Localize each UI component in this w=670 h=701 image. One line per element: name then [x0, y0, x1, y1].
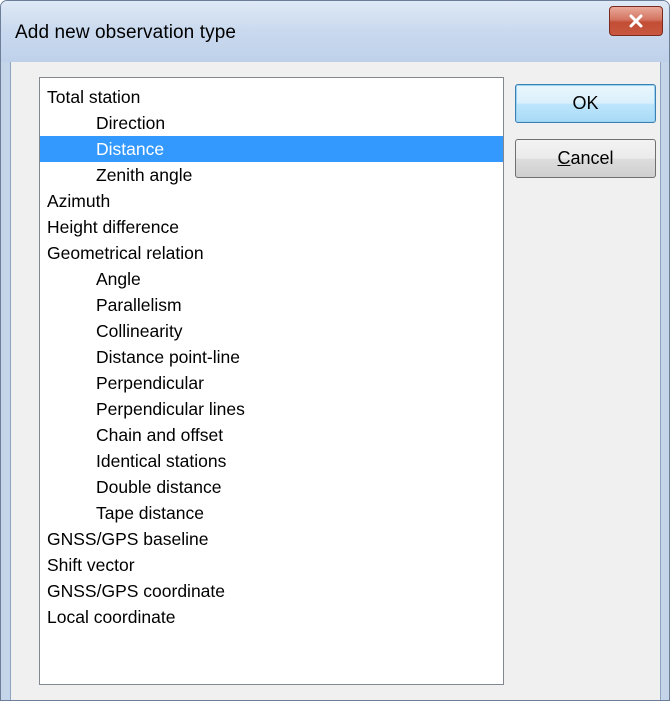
list-item[interactable]: Azimuth: [40, 188, 503, 214]
list-item[interactable]: Shift vector: [40, 552, 503, 578]
title-bar[interactable]: Add new observation type: [1, 1, 669, 62]
cancel-label-rest: ancel: [570, 148, 614, 168]
list-item[interactable]: Tape distance: [40, 500, 503, 526]
dialog-window: Add new observation type Total station Di…: [0, 0, 670, 701]
cancel-mnemonic: C: [557, 148, 571, 168]
list-item[interactable]: Direction: [40, 110, 503, 136]
list-item[interactable]: GNSS/GPS baseline: [40, 526, 503, 552]
list-item[interactable]: Perpendicular: [40, 370, 503, 396]
cancel-button-label: Cancel: [557, 148, 613, 169]
close-icon: [629, 14, 643, 28]
list-item[interactable]: Zenith angle: [40, 162, 503, 188]
list-item[interactable]: Identical stations: [40, 448, 503, 474]
list-item[interactable]: Angle: [40, 266, 503, 292]
ok-button-label: OK: [572, 93, 599, 113]
window-title: Add new observation type: [15, 22, 237, 43]
ok-button[interactable]: OK: [515, 84, 656, 123]
observation-type-list[interactable]: Total station Direction Distance Zenith ang…: [39, 77, 504, 685]
list-item[interactable]: Collinearity: [40, 318, 503, 344]
list-item[interactable]: Distance point-line: [40, 344, 503, 370]
list-item[interactable]: Height difference: [40, 214, 503, 240]
list-item[interactable]: GNSS/GPS coordinate: [40, 578, 503, 604]
list-item[interactable]: Chain and offset: [40, 422, 503, 448]
list-item[interactable]: Local coordinate: [40, 604, 503, 630]
list-item[interactable]: Total station: [40, 84, 503, 110]
list-items-container: Total station Direction Distance Zenith ang…: [40, 78, 503, 630]
list-item[interactable]: Parallelism: [40, 292, 503, 318]
list-item[interactable]: Geometrical relation: [40, 240, 503, 266]
dialog-body: Total station Direction Distance Zenith ang…: [10, 62, 661, 700]
list-item[interactable]: Double distance: [40, 474, 503, 500]
cancel-button[interactable]: Cancel: [515, 139, 656, 178]
list-item-selected[interactable]: Distance: [40, 136, 503, 162]
close-button[interactable]: [609, 6, 663, 36]
list-item[interactable]: Perpendicular lines: [40, 396, 503, 422]
